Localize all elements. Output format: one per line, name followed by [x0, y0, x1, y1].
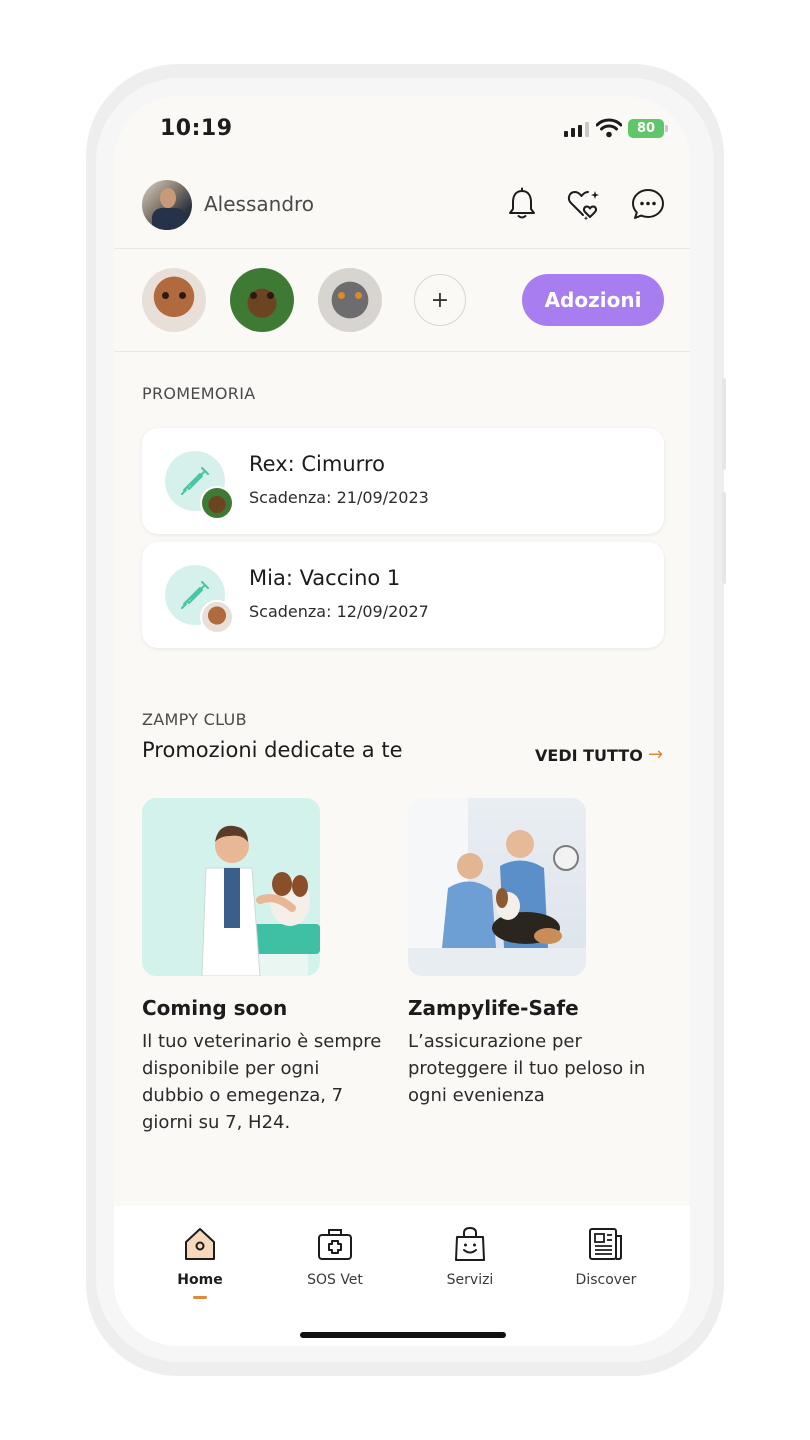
promo-description: L’assicurazione per proteggere il tuo pe… — [408, 1031, 646, 1106]
chat-icon[interactable] — [630, 186, 666, 222]
pet-avatar-poodle[interactable] — [142, 268, 206, 332]
see-all-link[interactable]: VEDI TUTTO — [535, 746, 643, 765]
signal-icon — [564, 122, 589, 137]
pet-avatar-german-shepherd[interactable] — [230, 268, 294, 332]
favorites-icon[interactable] — [566, 186, 602, 222]
nav-label-discover: Discover — [575, 1272, 637, 1288]
pet-thumbnail — [200, 486, 234, 520]
nav-label-sos-vet: SOS Vet — [307, 1272, 363, 1288]
reminder-title: Mia: Vaccino 1 — [249, 566, 401, 590]
reminders-section-label: PROMEMORIA — [142, 384, 256, 403]
username[interactable]: Alessandro — [204, 192, 314, 216]
volume-button — [722, 492, 726, 584]
adoptions-button[interactable]: Adozioni — [522, 274, 664, 326]
active-indicator — [193, 1296, 207, 1299]
medical-kit-icon — [318, 1229, 352, 1260]
wifi-icon — [596, 118, 622, 138]
nav-item-home[interactable]: Home — [140, 1224, 260, 1299]
pet-avatar-cat[interactable] — [318, 268, 382, 332]
nav-item-discover[interactable]: Discover — [546, 1224, 666, 1288]
nav-label-home: Home — [177, 1272, 223, 1288]
promotions-title: Promozioni dedicate a te — [142, 738, 403, 762]
promo-title: Coming soon — [142, 996, 288, 1020]
battery-indicator: 80 — [628, 119, 668, 138]
pets-divider — [114, 351, 690, 352]
nav-item-sos-vet[interactable]: SOS Vet — [275, 1224, 395, 1288]
header-divider — [114, 248, 690, 249]
promo-image-vet-clinic-photo[interactable] — [408, 798, 586, 976]
bell-icon[interactable] — [504, 186, 540, 222]
app-screen: 10:19 80 Alessandro + Adozioni PROMEMORI… — [114, 96, 690, 1346]
user-avatar[interactable] — [142, 180, 192, 230]
reminder-deadline: Scadenza: 21/09/2023 — [249, 488, 429, 507]
home-indicator[interactable] — [300, 1332, 506, 1338]
newspaper-icon — [589, 1228, 622, 1260]
shopping-bag-icon — [455, 1226, 485, 1261]
club-section-label: ZAMPY CLUB — [142, 710, 247, 729]
reminder-title: Rex: Cimurro — [249, 452, 385, 476]
pet-thumbnail — [200, 600, 234, 634]
promo-image-vet-illustration[interactable] — [142, 798, 320, 976]
promo-description: Il tuo veterinario è sempre disponibile … — [142, 1031, 382, 1133]
promo-title: Zampylife-Safe — [408, 996, 579, 1020]
home-icon — [185, 1228, 215, 1260]
battery-level: 80 — [636, 121, 656, 136]
arrow-right-icon[interactable]: → — [648, 744, 663, 765]
add-pet-button[interactable]: + — [414, 274, 466, 326]
volume-button — [722, 378, 726, 470]
reminder-card[interactable]: Mia: Vaccino 1 Scadenza: 12/09/2027 — [142, 542, 664, 648]
nav-label-servizi: Servizi — [446, 1272, 494, 1288]
nav-item-servizi[interactable]: Servizi — [410, 1224, 530, 1288]
status-time: 10:19 — [160, 116, 233, 141]
reminder-card[interactable]: Rex: Cimurro Scadenza: 21/09/2023 — [142, 428, 664, 534]
bottom-navigation: Home SOS Vet Servizi Discover — [114, 1206, 690, 1346]
reminder-deadline: Scadenza: 12/09/2027 — [249, 602, 429, 621]
